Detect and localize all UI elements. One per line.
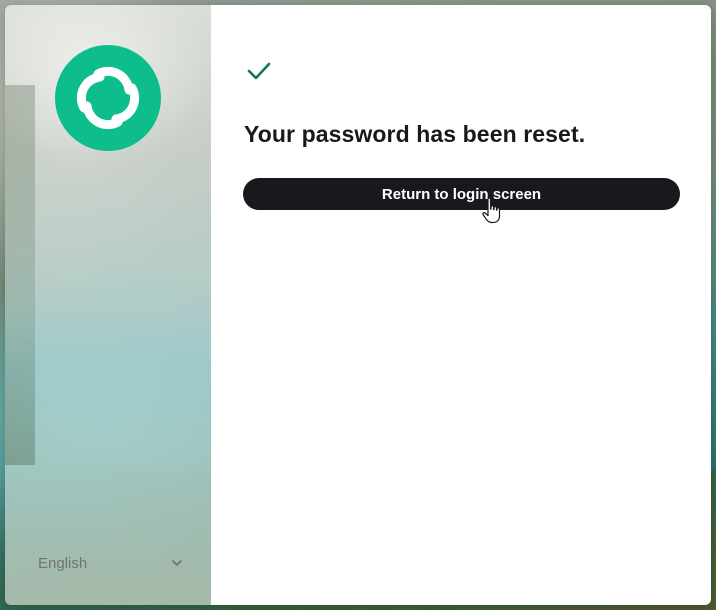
return-to-login-button[interactable]: Return to login screen <box>243 178 680 210</box>
auth-sidebar: English <box>5 5 211 605</box>
auth-dialog: English Your password has been reset. Re… <box>5 5 711 605</box>
language-dropdown[interactable]: English <box>38 553 183 573</box>
chevron-down-icon <box>171 557 183 569</box>
check-icon <box>247 59 271 83</box>
element-logo-icon <box>55 45 161 151</box>
page-title: Your password has been reset. <box>244 121 586 147</box>
language-label: English <box>38 554 88 572</box>
auth-body: Your password has been reset. Return to … <box>211 5 711 605</box>
